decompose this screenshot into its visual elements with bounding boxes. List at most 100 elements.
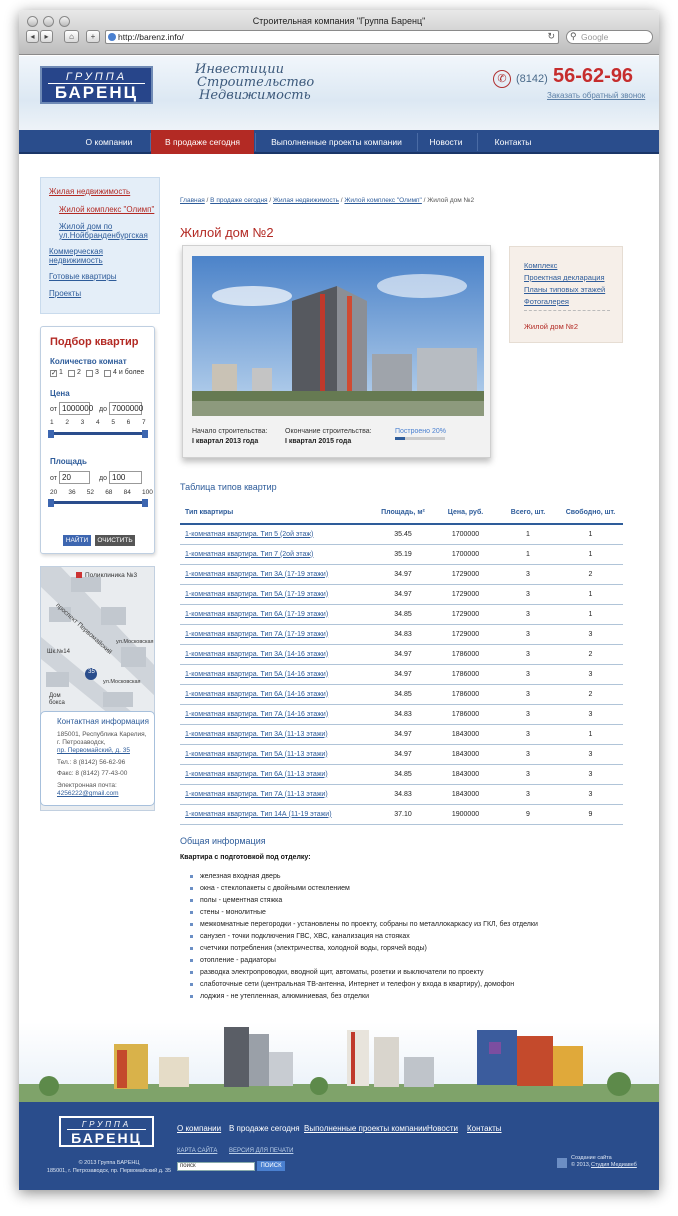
free-cell: 3 — [558, 704, 623, 725]
rooms-1-label: 1 — [59, 369, 63, 376]
table-row: 1-комнатная квартира. Тип 3А (14-16 этаж… — [180, 644, 623, 665]
footer-link-contacts[interactable]: Контакты — [467, 1124, 502, 1133]
contact-email-link[interactable]: 4256222@gmail.com — [57, 790, 119, 798]
price-cell: 1700000 — [433, 544, 498, 565]
apartment-type-link[interactable]: 1-комнатная квартира. Тип 7А (17-19 этаж… — [180, 624, 373, 645]
total-cell: 3 — [498, 784, 558, 805]
menu-projects[interactable]: Проекты — [49, 289, 81, 299]
price-cell: 1786000 — [433, 664, 498, 685]
apartment-type-link[interactable]: 1-комнатная квартира. Тип 7 (2ой этаж) — [180, 544, 373, 565]
footer-skyline — [19, 1022, 659, 1102]
area-cell: 34.83 — [373, 704, 433, 725]
price-slider[interactable] — [51, 432, 145, 435]
free-cell: 9 — [558, 804, 623, 825]
menu-commercial-2[interactable]: недвижимость — [49, 256, 103, 266]
submenu-gallery[interactable]: Фотогалерея — [524, 297, 569, 306]
apartment-type-link[interactable]: 1-комнатная квартира. Тип 3А (11-13 этаж… — [180, 724, 373, 745]
apartment-type-link[interactable]: 1-комнатная квартира. Тип 6А (11-13 этаж… — [180, 764, 373, 785]
footer-search-button[interactable]: ПОИСК — [257, 1161, 285, 1171]
nav-about[interactable]: О компании — [75, 130, 143, 154]
nav-news[interactable]: Новости — [419, 130, 473, 154]
rooms-4-checkbox[interactable] — [104, 370, 111, 377]
footer-link-news[interactable]: Новости — [427, 1124, 458, 1133]
menu-residential[interactable]: Жилая недвижимость — [49, 187, 130, 197]
menu-olimp[interactable]: Жилой комплекс "Олимп" — [59, 205, 154, 215]
skyline-graphic — [19, 1027, 659, 1102]
price-from-input[interactable]: 1000000 — [59, 402, 93, 415]
footer-search-input[interactable]: поиск — [177, 1162, 255, 1171]
apartment-type-link[interactable]: 1-комнатная квартира. Тип 14А (11-19 эта… — [180, 804, 373, 825]
breadcrumb-item[interactable]: Жилой комплекс "Олимп" — [344, 197, 421, 204]
apartment-type-link[interactable]: 1-комнатная квартира. Тип 7А (14-16 этаж… — [180, 704, 373, 725]
reload-icon[interactable]: ↻ — [547, 31, 555, 42]
apartment-type-link[interactable]: 1-комнатная квартира. Тип 6А (14-16 этаж… — [180, 684, 373, 705]
slider-tick-label: 6 — [126, 419, 131, 426]
slider-tick-label: 2 — [65, 419, 69, 426]
slider-tick-label: 7 — [142, 419, 146, 426]
apartment-type-link[interactable]: 1-комнатная квартира. Тип 5А (14-16 этаж… — [180, 664, 373, 685]
browser-search[interactable]: ⚲ Google — [566, 30, 653, 44]
rooms-1-checkbox[interactable]: ✓ — [50, 370, 57, 377]
feature-item: слаботочные сети (центральная ТВ-антенна… — [190, 979, 538, 991]
contact-line: Электронная почта: — [57, 782, 117, 789]
footer-dev-year: © 2013, — [571, 1162, 591, 1168]
area-slider-min-handle[interactable] — [48, 499, 54, 507]
apartment-type-link[interactable]: 1-комнатная квартира. Тип 5А (17-19 этаж… — [180, 584, 373, 605]
menu-neubrandenburg-2[interactable]: ул.Нойбранденбургская — [59, 231, 148, 241]
site-logo[interactable]: ГРУППА БАРЕНЦ — [40, 66, 153, 104]
breadcrumb-item[interactable]: Главная — [180, 197, 205, 204]
apartment-type-link[interactable]: 1-комнатная квартира. Тип 3А (17-19 этаж… — [180, 564, 373, 585]
submenu-floor-plans[interactable]: Планы типовых этажей — [524, 285, 605, 294]
rooms-3-checkbox[interactable] — [86, 370, 93, 377]
price-slider-min-handle[interactable] — [48, 430, 54, 438]
nav-projects[interactable]: Выполненные проекты компании — [259, 130, 414, 154]
footer-link-projects[interactable]: Выполненные проекты компании — [304, 1124, 427, 1133]
breadcrumb-item[interactable]: В продаже сегодня — [210, 197, 267, 204]
footer-logo[interactable]: ГРУППА БАРЕНЦ — [59, 1116, 154, 1147]
footer-print[interactable]: ВЕРСИЯ ДЛЯ ПЕЧАТИ — [229, 1148, 293, 1154]
area-slider[interactable] — [51, 501, 145, 504]
apartment-type-link[interactable]: 1-комнатная квартира. Тип 6А (17-19 этаж… — [180, 604, 373, 625]
submenu-complex[interactable]: Комплекс — [524, 261, 557, 270]
slider-tick-label: 100 — [142, 489, 153, 496]
col-free: Свободно, шт. — [558, 502, 623, 525]
table-row: 1-комнатная квартира. Тип 6А (14-16 этаж… — [180, 684, 623, 705]
area-cell: 34.97 — [373, 564, 433, 585]
price-to-input[interactable]: 7000000 — [109, 402, 143, 415]
rooms-2-checkbox[interactable] — [68, 370, 75, 377]
apartment-type-link[interactable]: 1-комнатная квартира. Тип 5А (11-13 этаж… — [180, 744, 373, 765]
phone-number: 56-62-96 — [553, 65, 634, 87]
find-button[interactable]: НАЙТИ — [63, 535, 91, 546]
add-bookmark-icon[interactable]: + — [86, 30, 100, 43]
building-photo[interactable] — [192, 256, 484, 416]
area-cell: 35.45 — [373, 524, 433, 545]
area-to-input[interactable]: 100 — [109, 471, 142, 484]
menu-ready-flats[interactable]: Готовые квартиры — [49, 272, 116, 282]
apartment-table: Тип квартиры Площадь, м² Цена, руб. Всег… — [180, 502, 623, 825]
price-slider-max-handle[interactable] — [142, 430, 148, 438]
search-placeholder: Google — [581, 32, 609, 42]
address-bar[interactable]: http://barenz.info/ ↻ — [105, 30, 559, 44]
footer-link-about[interactable]: О компании — [177, 1124, 221, 1133]
apartment-type-link[interactable]: 1-комнатная квартира. Тип 7А (11-13 этаж… — [180, 784, 373, 805]
footer-dev-link[interactable]: Студия Медиавеб — [591, 1162, 637, 1168]
back-icon[interactable]: ◂ — [26, 30, 39, 43]
area-from-input[interactable]: 20 — [59, 471, 90, 484]
nav-for-sale[interactable]: В продаже сегодня — [151, 130, 254, 154]
submenu-declaration[interactable]: Проектная декларация — [524, 273, 605, 282]
table-row: 1-комнатная квартира. Тип 7А (14-16 этаж… — [180, 704, 623, 725]
footer-link-for-sale[interactable]: В продаже сегодня — [229, 1124, 300, 1133]
home-icon[interactable]: ⌂ — [64, 30, 79, 43]
area-slider-max-handle[interactable] — [142, 499, 148, 507]
apartment-type-link[interactable]: 1-комнатная квартира. Тип 3А (14-16 этаж… — [180, 644, 373, 665]
contact-address-link[interactable]: пр. Первомайский, д. 35 — [57, 747, 130, 755]
feature-item: счетчики потребления (электричества, хол… — [190, 943, 538, 955]
nav-contacts[interactable]: Контакты — [481, 130, 545, 154]
clear-button[interactable]: ОЧИСТИТЬ — [95, 535, 135, 546]
footer-sitemap[interactable]: КАРТА САЙТА — [177, 1148, 217, 1154]
apartment-type-link[interactable]: 1-комнатная квартира. Тип 5 (2ой этаж) — [180, 524, 373, 545]
callback-link[interactable]: Заказать обратный звонок — [547, 91, 645, 100]
progress-label: Построено 20% — [395, 428, 447, 435]
breadcrumb-item[interactable]: Жилая недвижимость — [273, 197, 339, 204]
forward-icon[interactable]: ▸ — [40, 30, 53, 43]
